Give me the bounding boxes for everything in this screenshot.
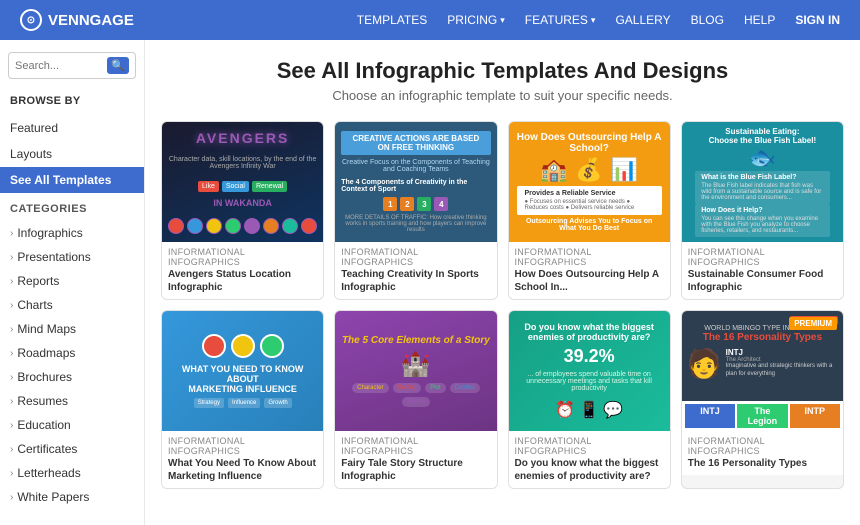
fairytale-title: The 5 Core Elements of a Story [342,335,490,346]
template-card-marketing[interactable]: WHAT YOU NEED TO KNOW ABOUTMARKETING INF… [161,310,324,489]
sidebar-item-resumes[interactable]: › Resumes [0,389,144,413]
chevron-right-icon: › [10,276,13,287]
search-input[interactable] [15,60,107,72]
page-title: See All Infographic Templates And Design… [161,58,844,84]
chevron-down-icon: ▾ [500,15,505,26]
chevron-right-icon: › [10,444,13,455]
browse-by-label: BROWSE BY [0,91,144,115]
chevron-right-icon: › [10,420,13,431]
sidebar-item-featured[interactable]: Featured [0,115,144,141]
template-card-avengers[interactable]: AVENGERS Character data, skill locations… [161,121,324,300]
template-card-fairytale[interactable]: The 5 Core Elements of a Story 🏰 Charact… [334,310,497,489]
card-footer: Informational Infographics Fairy Tale St… [335,431,496,488]
template-card-sustainable[interactable]: Sustainable Eating:Choose the Blue Fish … [681,121,844,300]
sidebar-item-mind-maps[interactable]: › Mind Maps [0,317,144,341]
card-footer: Informational Infographics What You Need… [162,431,323,488]
top-navigation: ⊙ VENNGAGE TEMPLATES PRICING▾ FEATURES▾ … [0,0,860,40]
marketing-title: WHAT YOU NEED TO KNOW ABOUTMARKETING INF… [168,364,317,394]
search-icon[interactable]: 🔍 [107,57,129,74]
card-title: The 16 Personality Types [688,457,837,470]
card-category: Informational Infographics [341,436,490,456]
card-footer: Informational Infographics Avengers Stat… [162,242,323,299]
premium-badge: PREMIUM [789,317,837,330]
card-avengers-subtitle: Character data, skill locations, by the … [166,156,319,170]
nav-signin[interactable]: SIGN IN [795,13,840,27]
nav-blog[interactable]: BLOG [691,13,724,27]
main-layout: 🔍 BROWSE BY Featured Layouts See All Tem… [0,40,860,525]
chevron-right-icon: › [10,252,13,263]
logo[interactable]: ⊙ VENNGAGE [20,9,134,31]
chevron-right-icon: › [10,372,13,383]
sidebar-item-letterheads[interactable]: › Letterheads [0,461,144,485]
chevron-right-icon: › [10,492,13,503]
template-card-outsourcing[interactable]: How Does Outsourcing Help A School? 🏫 💰 … [508,121,671,300]
sidebar-item-infographics[interactable]: › Infographics [0,221,144,245]
chevron-right-icon: › [10,324,13,335]
sidebar-item-layouts[interactable]: Layouts [0,141,144,167]
chevron-right-icon: › [10,228,13,239]
sidebar-item-roadmaps[interactable]: › Roadmaps [0,341,144,365]
card-footer: Informational Infographics How Does Outs… [509,242,670,299]
productivity-number: 39.2% [564,346,615,367]
sidebar-item-education[interactable]: › Education [0,413,144,437]
card-category: Informational Infographics [515,247,664,267]
card-footer: Informational Infographics The 16 Person… [682,431,843,475]
card-title: How Does Outsourcing Help A School In... [515,268,664,294]
card-category: Informational Infographics [688,436,837,456]
nav-links: TEMPLATES PRICING▾ FEATURES▾ GALLERY BLO… [164,13,840,27]
card-footer: Informational Infographics Do you know w… [509,431,670,488]
logo-icon: ⊙ [20,9,42,31]
card-avengers-title: AVENGERS [196,130,290,146]
productivity-title: Do you know what the biggest enemies of … [515,322,664,342]
sidebar-item-white-papers[interactable]: › White Papers [0,485,144,509]
nav-help[interactable]: HELP [744,13,775,27]
sidebar-item-reports[interactable]: › Reports [0,269,144,293]
creativity-headline: CREATIVE ACTIONS ARE BASED ON FREE THINK… [341,131,490,155]
template-grid: AVENGERS Character data, skill locations… [161,121,844,489]
categories-label: CATEGORIES [0,193,144,221]
nav-pricing[interactable]: PRICING▾ [447,13,505,27]
chevron-right-icon: › [10,348,13,359]
chevron-right-icon: › [10,396,13,407]
card-title: Avengers Status Location Infographic [168,268,317,294]
sidebar-item-charts[interactable]: › Charts [0,293,144,317]
sidebar-item-brochures[interactable]: › Brochures [0,365,144,389]
nav-features[interactable]: FEATURES▾ [525,13,596,27]
search-box[interactable]: 🔍 [8,52,136,79]
card-category: Informational Infographics [341,247,490,267]
card-category: Informational Infographics [168,436,317,456]
card-category: Informational Infographics [688,247,837,267]
outsourcing-title: How Does Outsourcing Help A School? [517,132,662,154]
card-title: Teaching Creativity In Sports Infographi… [341,268,490,294]
logo-text: VENNGAGE [48,12,134,29]
chevron-down-icon: ▾ [591,15,596,26]
sidebar-item-certificates[interactable]: › Certificates [0,437,144,461]
card-category: Informational Infographics [515,436,664,456]
card-title: Fairy Tale Story Structure Infographic [341,457,490,483]
sidebar-item-see-all-templates[interactable]: See All Templates [0,167,144,193]
card-footer: Informational Infographics Sustainable C… [682,242,843,299]
nav-templates[interactable]: TEMPLATES [357,13,427,27]
main-content: See All Infographic Templates And Design… [145,40,860,525]
template-card-productivity[interactable]: Do you know what the biggest enemies of … [508,310,671,489]
template-card-personality[interactable]: BUSINESS WORLD MBINGO TYPE INDICATOR The… [681,310,844,489]
card-category: Informational Infographics [168,247,317,267]
card-footer: Informational Infographics Teaching Crea… [335,242,496,299]
nav-gallery[interactable]: GALLERY [615,13,670,27]
page-subtitle: Choose an infographic template to suit y… [161,88,844,103]
template-card-creativity[interactable]: CREATIVE ACTIONS ARE BASED ON FREE THINK… [334,121,497,300]
chevron-right-icon: › [10,468,13,479]
sidebar: 🔍 BROWSE BY Featured Layouts See All Tem… [0,40,145,525]
card-title: What You Need To Know About Marketing In… [168,457,317,483]
sidebar-item-presentations[interactable]: › Presentations [0,245,144,269]
chevron-right-icon: › [10,300,13,311]
card-title: Do you know what the biggest enemies of … [515,457,664,483]
card-title: Sustainable Consumer Food Infographic [688,268,837,294]
